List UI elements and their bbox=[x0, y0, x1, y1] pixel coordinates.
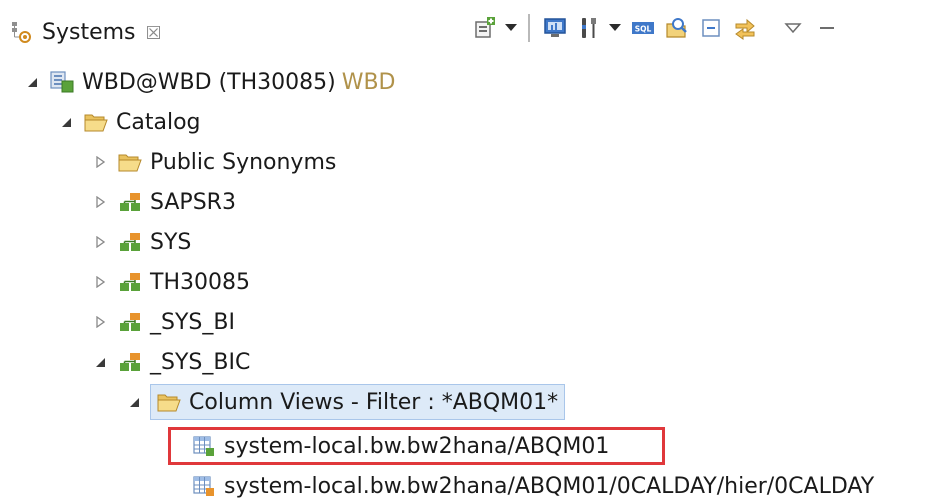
selected-item[interactable]: Column Views - Filter : *ABQM01* bbox=[150, 384, 566, 420]
minimize-icon bbox=[820, 27, 834, 29]
view-toolbar: SQL bbox=[470, 10, 846, 46]
folder-open-icon bbox=[116, 150, 144, 174]
find-table-button[interactable] bbox=[662, 13, 692, 43]
sql-console-icon: SQL bbox=[632, 22, 654, 34]
schema-icon bbox=[116, 310, 144, 334]
systems-view-icon bbox=[10, 19, 38, 45]
column-view-label: system-local.bw.bw2hana/ABQM01 bbox=[224, 433, 610, 459]
tab-systems-label: Systems bbox=[42, 19, 136, 45]
configure-button[interactable] bbox=[574, 13, 604, 43]
public-synonyms-label: Public Synonyms bbox=[150, 149, 337, 175]
system-icon bbox=[48, 70, 76, 94]
tree-node-schema[interactable]: TH30085 bbox=[90, 262, 250, 302]
tree-node-schema[interactable]: SAPSR3 bbox=[90, 182, 236, 222]
schema-icon bbox=[116, 350, 144, 374]
column-view-label: system-local.bw.bw2hana/ABQM01/0CALDAY/h… bbox=[224, 473, 875, 499]
schema-icon bbox=[116, 270, 144, 294]
tree-node-column-view[interactable]: system-local.bw.bw2hana/ABQM01 bbox=[190, 426, 609, 466]
collapsed-arrow-icon[interactable] bbox=[90, 152, 110, 172]
expanded-arrow-icon[interactable] bbox=[22, 72, 42, 92]
collapsed-arrow-icon[interactable] bbox=[90, 272, 110, 292]
view-header: Systems ☒ SQL bbox=[0, 0, 933, 62]
close-icon[interactable]: ☒ bbox=[146, 23, 162, 44]
view-menu-button[interactable] bbox=[778, 13, 808, 43]
folder-open-icon bbox=[155, 390, 183, 414]
schema-icon bbox=[116, 230, 144, 254]
system-label: WBD@WBD (TH30085) bbox=[82, 69, 336, 95]
schema-label: SYS bbox=[150, 229, 192, 255]
tree-node-schema[interactable]: SYS bbox=[90, 222, 191, 262]
tools-icon bbox=[582, 18, 596, 38]
tree-node-schema[interactable]: _SYS_BIC bbox=[90, 342, 250, 382]
svg-text:SQL: SQL bbox=[635, 25, 652, 34]
collapsed-arrow-icon[interactable] bbox=[90, 312, 110, 332]
tree-node-column-view[interactable]: system-local.bw.bw2hana/ABQM01/0CALDAY/h… bbox=[190, 466, 874, 502]
tab-systems[interactable]: Systems ☒ bbox=[10, 14, 162, 50]
link-editor-icon bbox=[735, 18, 755, 40]
chevron-down-icon[interactable] bbox=[608, 13, 622, 43]
expanded-arrow-icon[interactable] bbox=[90, 352, 110, 372]
tree-node-public-synonyms[interactable]: Public Synonyms bbox=[90, 142, 336, 182]
collapsed-arrow-icon[interactable] bbox=[90, 192, 110, 212]
collapse-all-button[interactable] bbox=[696, 13, 726, 43]
link-with-editor-button[interactable] bbox=[730, 13, 760, 43]
tree-node-schema[interactable]: _SYS_BI bbox=[90, 302, 235, 342]
column-view-icon bbox=[190, 474, 218, 498]
systems-view: Systems ☒ SQL WBD@WBD (TH30085) WBD Cata… bbox=[0, 0, 933, 502]
tree-node-column-views[interactable]: Column Views - Filter : *ABQM01* bbox=[124, 382, 566, 422]
minimize-button[interactable] bbox=[812, 13, 842, 43]
expanded-arrow-icon[interactable] bbox=[56, 112, 76, 132]
add-system-icon bbox=[475, 17, 495, 38]
expanded-arrow-icon[interactable] bbox=[124, 392, 144, 412]
find-object-icon bbox=[666, 18, 687, 38]
open-admin-console-button[interactable] bbox=[540, 13, 570, 43]
open-sql-console-button[interactable]: SQL bbox=[628, 13, 658, 43]
folder-open-icon bbox=[82, 110, 110, 134]
monitor-icon bbox=[544, 18, 566, 37]
chevron-down-icon[interactable] bbox=[504, 13, 518, 43]
collapsed-arrow-icon[interactable] bbox=[90, 232, 110, 252]
system-decoration: WBD bbox=[341, 69, 396, 95]
tree-node-system[interactable]: WBD@WBD (TH30085) WBD bbox=[22, 62, 396, 102]
schema-label: _SYS_BI bbox=[150, 309, 235, 335]
column-views-label: Column Views - Filter : *ABQM01* bbox=[189, 389, 559, 415]
view-menu-icon bbox=[784, 23, 802, 34]
column-view-icon bbox=[190, 434, 218, 458]
add-system-button[interactable] bbox=[470, 13, 500, 43]
collapse-all-icon bbox=[702, 19, 720, 37]
schema-label: SAPSR3 bbox=[150, 189, 236, 215]
catalog-label: Catalog bbox=[116, 109, 201, 135]
schema-label: _SYS_BIC bbox=[150, 349, 251, 375]
schema-label: TH30085 bbox=[150, 269, 250, 295]
toolbar-separator bbox=[528, 14, 530, 42]
tree-node-catalog[interactable]: Catalog bbox=[56, 102, 201, 142]
schema-icon bbox=[116, 190, 144, 214]
